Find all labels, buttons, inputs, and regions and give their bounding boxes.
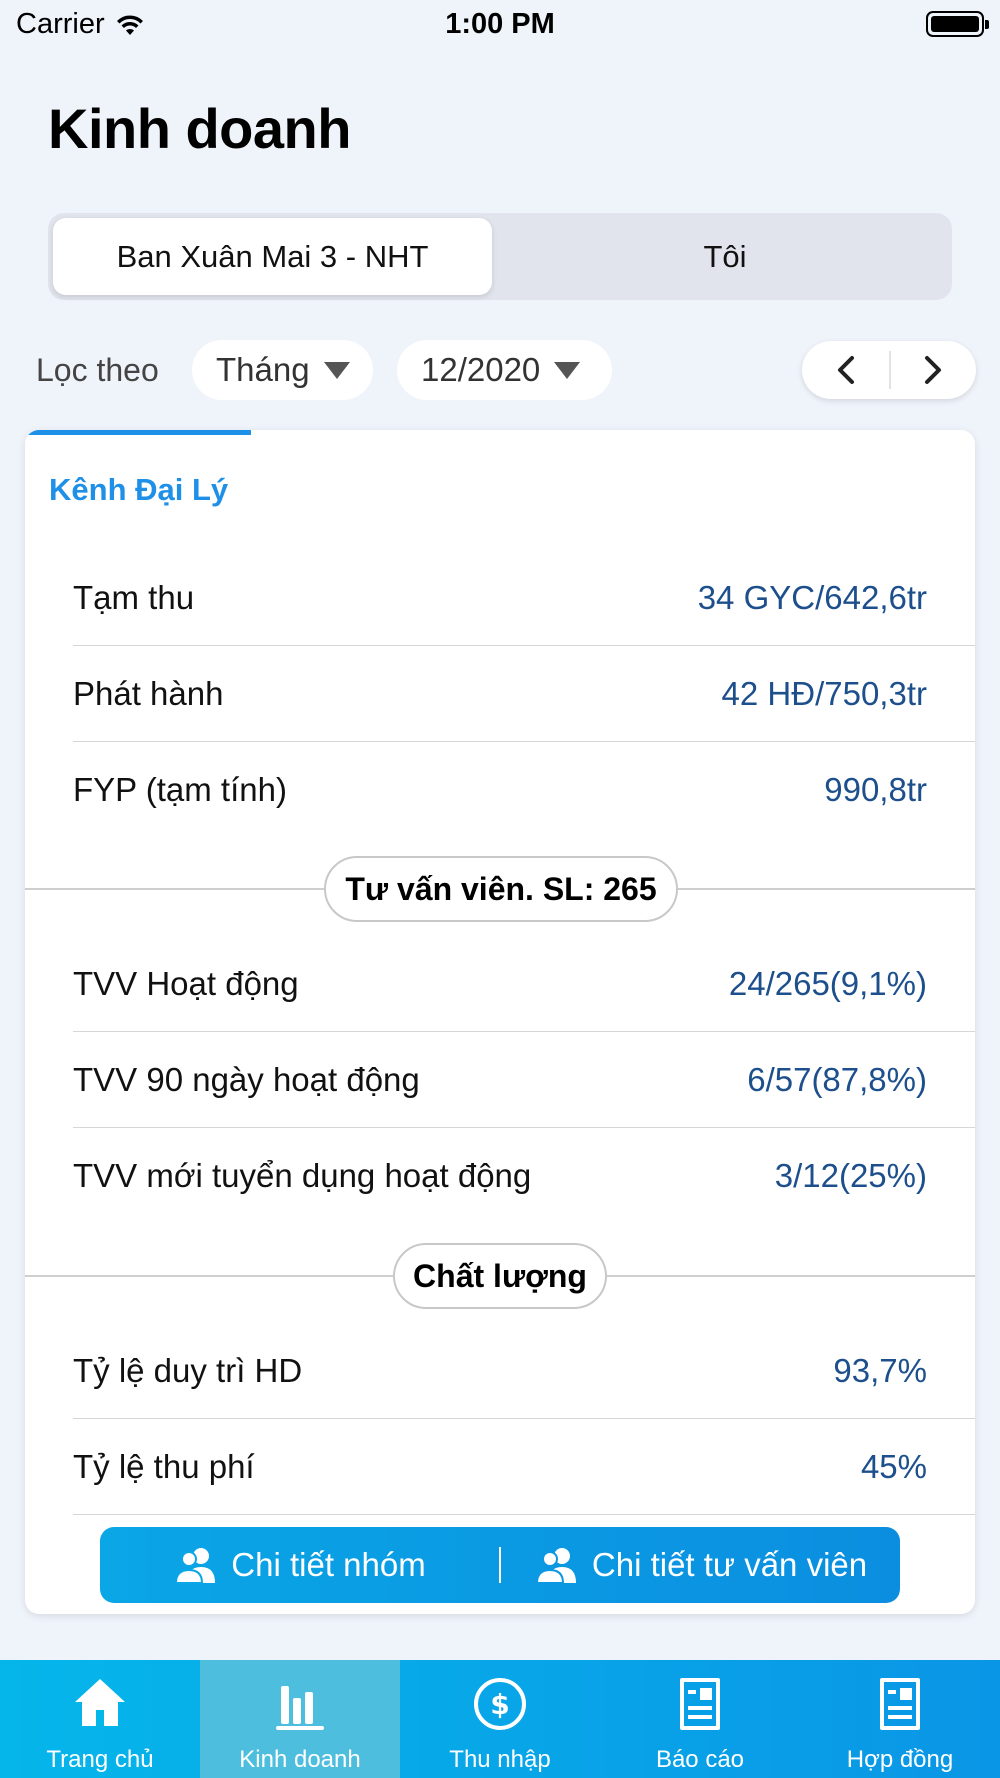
advisor-detail-label: Chi tiết tư vấn viên bbox=[591, 1546, 868, 1583]
period-type-dropdown[interactable]: Tháng bbox=[192, 340, 373, 400]
bottom-tab-bar: Trang chủ Kinh doanh $ Thu nhập Báo cáo bbox=[0, 1660, 1000, 1778]
metric-row: TVV Hoạt động 24/265(9,1%) bbox=[73, 936, 975, 1032]
quality-section-header: Chất lượng bbox=[393, 1243, 607, 1309]
metric-value: 34 GYC/642,6tr bbox=[697, 578, 927, 616]
metric-value: 93,7% bbox=[833, 1351, 927, 1389]
filter-row: Lọc theo Tháng 12/2020 bbox=[0, 340, 1000, 400]
metric-value: 990,8tr bbox=[824, 771, 927, 808]
bar-chart-icon bbox=[276, 1686, 324, 1730]
period-type-value: Tháng bbox=[216, 351, 310, 388]
period-value: 12/2020 bbox=[421, 351, 541, 388]
metric-row: Tỷ lệ duy trì HD 93,7% bbox=[73, 1323, 975, 1419]
caret-down-icon bbox=[323, 361, 350, 379]
metric-row: Tỷ lệ thu phí 45% bbox=[73, 1419, 975, 1515]
metric-row: FYP (tạm tính) 990,8tr bbox=[73, 742, 975, 838]
home-icon bbox=[75, 1679, 125, 1726]
previous-period-button[interactable] bbox=[802, 341, 889, 399]
tab-contracts[interactable]: Hợp đồng bbox=[800, 1660, 1000, 1778]
metric-value: 3/12(25%) bbox=[774, 1157, 927, 1194]
metric-row: Phát hành 42 HĐ/750,3tr bbox=[73, 646, 975, 742]
metric-row: TVV 90 ngày hoạt động 6/57(87,8%) bbox=[73, 1032, 975, 1128]
group-detail-button[interactable]: Chi tiết nhóm bbox=[100, 1527, 499, 1603]
tab-reports[interactable]: Báo cáo bbox=[600, 1660, 800, 1778]
tab-label: Thu nhập bbox=[449, 1746, 551, 1773]
period-value-dropdown[interactable]: 12/2020 bbox=[397, 340, 612, 400]
metric-label: Phát hành bbox=[73, 674, 224, 712]
clock: 1:00 PM bbox=[445, 8, 555, 40]
contract-icon bbox=[880, 1678, 920, 1730]
advisor-detail-button[interactable]: Chi tiết tư vấn viên bbox=[501, 1527, 900, 1603]
battery-icon bbox=[926, 11, 989, 37]
tab-label: Hợp đồng bbox=[846, 1746, 954, 1773]
tab-income[interactable]: $ Thu nhập bbox=[400, 1660, 600, 1778]
period-stepper bbox=[802, 341, 976, 399]
metric-row: TVV mới tuyển dụng hoạt động 3/12(25%) bbox=[73, 1128, 975, 1224]
tab-label: Báo cáo bbox=[655, 1746, 745, 1773]
metric-label: TVV 90 ngày hoạt động bbox=[73, 1060, 420, 1098]
users-icon bbox=[175, 1548, 216, 1584]
caret-down-icon bbox=[554, 361, 581, 379]
svg-text:$: $ bbox=[490, 1688, 509, 1721]
metric-label: Tỷ lệ duy trì HD bbox=[73, 1351, 303, 1389]
advisors-section-header: Tư vấn viên. SL: 265 bbox=[324, 856, 678, 922]
metric-value: 45% bbox=[860, 1447, 927, 1485]
tab-home[interactable]: Trang chủ bbox=[0, 1660, 200, 1778]
tab-business[interactable]: Kinh doanh bbox=[200, 1660, 400, 1778]
status-bar: Carrier 1:00 PM bbox=[0, 0, 1000, 50]
tab-indicator bbox=[25, 430, 251, 435]
detail-actions-bar: Chi tiết nhóm Chi tiết tư vấn viên bbox=[100, 1527, 900, 1603]
stepper-divider bbox=[889, 351, 891, 389]
page-title: Kinh doanh bbox=[48, 97, 351, 160]
next-period-button[interactable] bbox=[889, 341, 976, 399]
group-detail-label: Chi tiết nhóm bbox=[231, 1546, 426, 1583]
tab-label: Trang chủ bbox=[46, 1746, 154, 1773]
dollar-icon: $ bbox=[474, 1678, 526, 1730]
chevron-left-icon bbox=[837, 356, 854, 384]
metric-label: FYP (tạm tính) bbox=[73, 771, 287, 808]
filter-label: Lọc theo bbox=[36, 352, 159, 388]
metric-row: Tạm thu 34 GYC/642,6tr bbox=[73, 550, 975, 646]
segment-me[interactable]: Tôi bbox=[503, 218, 947, 295]
metric-label: Tỷ lệ thu phí bbox=[73, 1447, 255, 1485]
metric-label: TVV Hoạt động bbox=[73, 964, 299, 1002]
metric-label: TVV mới tuyển dụng hoạt động bbox=[73, 1157, 532, 1194]
tab-label: Kinh doanh bbox=[239, 1746, 361, 1773]
agency-channel-card: Kênh Đại Lý Tạm thu 34 GYC/642,6tr Phát … bbox=[25, 430, 975, 1614]
metric-value: 24/265(9,1%) bbox=[728, 964, 927, 1002]
segment-team[interactable]: Ban Xuân Mai 3 - NHT bbox=[53, 218, 492, 295]
users-icon bbox=[535, 1548, 576, 1584]
metric-label: Tạm thu bbox=[73, 578, 195, 616]
chevron-right-icon bbox=[924, 356, 941, 384]
metric-value: 42 HĐ/750,3tr bbox=[721, 674, 927, 712]
scope-segmented-control: Ban Xuân Mai 3 - NHT Tôi bbox=[48, 213, 952, 300]
metric-value: 6/57(87,8%) bbox=[747, 1060, 927, 1098]
report-icon bbox=[680, 1678, 720, 1730]
card-title: Kênh Đại Lý bbox=[49, 472, 229, 507]
